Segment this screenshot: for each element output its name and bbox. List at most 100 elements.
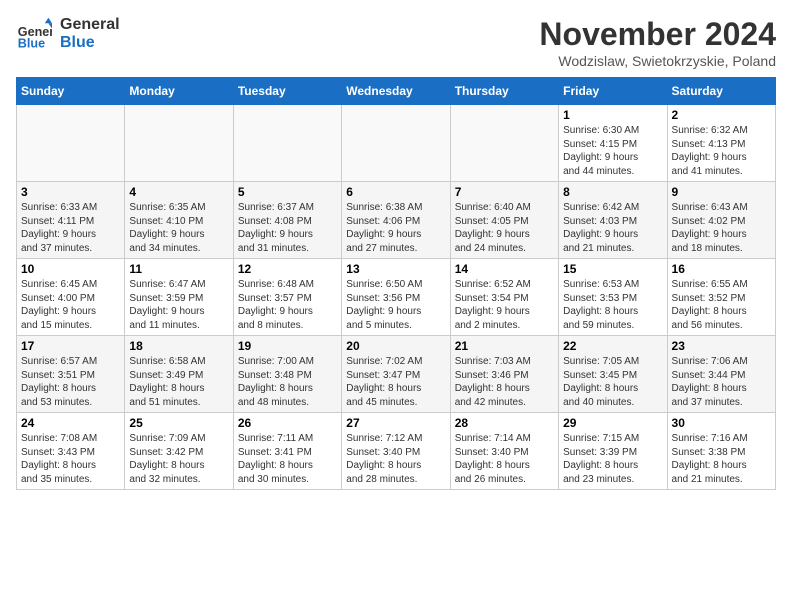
day-info: Sunrise: 6:57 AMSunset: 3:51 PMDaylight:… <box>21 355 120 409</box>
calendar-cell: 26 Sunrise: 7:11 AMSunset: 3:41 PMDayligh… <box>233 413 341 490</box>
calendar-cell: 2 Sunrise: 6:32 AMSunset: 4:13 PMDaylight… <box>667 105 775 182</box>
day-info: Sunrise: 6:48 AMSunset: 3:57 PMDaylight:… <box>238 278 337 332</box>
day-header-monday: Monday <box>125 78 233 105</box>
day-header-tuesday: Tuesday <box>233 78 341 105</box>
calendar-cell: 18 Sunrise: 6:58 AMSunset: 3:49 PMDayligh… <box>125 336 233 413</box>
day-number: 2 <box>672 108 771 122</box>
day-number: 26 <box>238 416 337 430</box>
calendar-cell: 29 Sunrise: 7:15 AMSunset: 3:39 PMDayligh… <box>559 413 667 490</box>
day-info: Sunrise: 7:14 AMSunset: 3:40 PMDaylight:… <box>455 432 554 486</box>
day-number: 3 <box>21 185 120 199</box>
calendar-cell: 24 Sunrise: 7:08 AMSunset: 3:43 PMDayligh… <box>17 413 125 490</box>
calendar-cell <box>125 105 233 182</box>
calendar-cell: 23 Sunrise: 7:06 AMSunset: 3:44 PMDayligh… <box>667 336 775 413</box>
day-number: 18 <box>129 339 228 353</box>
day-number: 11 <box>129 262 228 276</box>
day-info: Sunrise: 7:11 AMSunset: 3:41 PMDaylight:… <box>238 432 337 486</box>
day-number: 19 <box>238 339 337 353</box>
day-number: 8 <box>563 185 662 199</box>
day-info: Sunrise: 6:40 AMSunset: 4:05 PMDaylight:… <box>455 201 554 255</box>
day-number: 22 <box>563 339 662 353</box>
title-section: November 2024 Wodzislaw, Swietokrzyskie,… <box>539 16 776 69</box>
day-info: Sunrise: 6:33 AMSunset: 4:11 PMDaylight:… <box>21 201 120 255</box>
day-info: Sunrise: 7:16 AMSunset: 3:38 PMDaylight:… <box>672 432 771 486</box>
logo: General Blue General Blue <box>16 16 120 52</box>
day-info: Sunrise: 7:08 AMSunset: 3:43 PMDaylight:… <box>21 432 120 486</box>
page-header: General Blue General Blue November 2024 … <box>16 16 776 69</box>
day-info: Sunrise: 6:53 AMSunset: 3:53 PMDaylight:… <box>563 278 662 332</box>
calendar-cell: 6Sunrise: 6:38 AMSunset: 4:06 PMDaylight… <box>342 182 450 259</box>
day-info: Sunrise: 6:52 AMSunset: 3:54 PMDaylight:… <box>455 278 554 332</box>
day-number: 15 <box>563 262 662 276</box>
calendar-cell: 25Sunrise: 7:09 AMSunset: 3:42 PMDayligh… <box>125 413 233 490</box>
day-info: Sunrise: 7:15 AMSunset: 3:39 PMDaylight:… <box>563 432 662 486</box>
calendar-cell: 5 Sunrise: 6:37 AMSunset: 4:08 PMDaylight… <box>233 182 341 259</box>
calendar-cell: 4 Sunrise: 6:35 AMSunset: 4:10 PMDaylight… <box>125 182 233 259</box>
calendar-cell: 9 Sunrise: 6:43 AMSunset: 4:02 PMDaylight… <box>667 182 775 259</box>
day-number: 21 <box>455 339 554 353</box>
calendar-cell <box>233 105 341 182</box>
calendar-week-5: 24 Sunrise: 7:08 AMSunset: 3:43 PMDayligh… <box>17 413 776 490</box>
day-number: 17 <box>21 339 120 353</box>
calendar-cell <box>17 105 125 182</box>
location-title: Wodzislaw, Swietokrzyskie, Poland <box>539 53 776 69</box>
day-info: Sunrise: 6:32 AMSunset: 4:13 PMDaylight:… <box>672 124 771 178</box>
day-info: Sunrise: 6:47 AMSunset: 3:59 PMDaylight:… <box>129 278 228 332</box>
day-info: Sunrise: 7:06 AMSunset: 3:44 PMDaylight:… <box>672 355 771 409</box>
month-title: November 2024 <box>539 16 776 53</box>
calendar-cell <box>342 105 450 182</box>
day-number: 9 <box>672 185 771 199</box>
day-info: Sunrise: 6:37 AMSunset: 4:08 PMDaylight:… <box>238 201 337 255</box>
day-number: 23 <box>672 339 771 353</box>
day-header-saturday: Saturday <box>667 78 775 105</box>
calendar-cell: 13 Sunrise: 6:50 AMSunset: 3:56 PMDayligh… <box>342 259 450 336</box>
day-info: Sunrise: 7:00 AMSunset: 3:48 PMDaylight:… <box>238 355 337 409</box>
day-number: 13 <box>346 262 445 276</box>
day-number: 7 <box>455 185 554 199</box>
day-number: 30 <box>672 416 771 430</box>
calendar-cell: 7 Sunrise: 6:40 AMSunset: 4:05 PMDaylight… <box>450 182 558 259</box>
day-info: Sunrise: 6:35 AMSunset: 4:10 PMDaylight:… <box>129 201 228 255</box>
calendar-cell: 17 Sunrise: 6:57 AMSunset: 3:51 PMDayligh… <box>17 336 125 413</box>
logo-general: General <box>60 16 120 34</box>
day-number: 12 <box>238 262 337 276</box>
calendar-cell: 21Sunrise: 7:03 AMSunset: 3:46 PMDayligh… <box>450 336 558 413</box>
calendar-cell: 11 Sunrise: 6:47 AMSunset: 3:59 PMDayligh… <box>125 259 233 336</box>
day-info: Sunrise: 6:42 AMSunset: 4:03 PMDaylight:… <box>563 201 662 255</box>
day-number: 28 <box>455 416 554 430</box>
calendar-cell: 20Sunrise: 7:02 AMSunset: 3:47 PMDayligh… <box>342 336 450 413</box>
calendar-cell: 30 Sunrise: 7:16 AMSunset: 3:38 PMDayligh… <box>667 413 775 490</box>
day-info: Sunrise: 6:50 AMSunset: 3:56 PMDaylight:… <box>346 278 445 332</box>
calendar-cell <box>450 105 558 182</box>
day-number: 24 <box>21 416 120 430</box>
calendar-cell: 1Sunrise: 6:30 AMSunset: 4:15 PMDaylight… <box>559 105 667 182</box>
day-info: Sunrise: 7:12 AMSunset: 3:40 PMDaylight:… <box>346 432 445 486</box>
day-info: Sunrise: 7:02 AMSunset: 3:47 PMDaylight:… <box>346 355 445 409</box>
calendar-cell: 10 Sunrise: 6:45 AMSunset: 4:00 PMDayligh… <box>17 259 125 336</box>
day-info: Sunrise: 6:30 AMSunset: 4:15 PMDaylight:… <box>563 124 662 178</box>
calendar-week-2: 3 Sunrise: 6:33 AMSunset: 4:11 PMDaylight… <box>17 182 776 259</box>
day-number: 10 <box>21 262 120 276</box>
calendar-cell: 27Sunrise: 7:12 AMSunset: 3:40 PMDayligh… <box>342 413 450 490</box>
day-info: Sunrise: 6:45 AMSunset: 4:00 PMDaylight:… <box>21 278 120 332</box>
day-header-wednesday: Wednesday <box>342 78 450 105</box>
calendar-cell: 8 Sunrise: 6:42 AMSunset: 4:03 PMDaylight… <box>559 182 667 259</box>
day-info: Sunrise: 6:43 AMSunset: 4:02 PMDaylight:… <box>672 201 771 255</box>
calendar-cell: 28 Sunrise: 7:14 AMSunset: 3:40 PMDayligh… <box>450 413 558 490</box>
day-info: Sunrise: 7:05 AMSunset: 3:45 PMDaylight:… <box>563 355 662 409</box>
logo-icon: General Blue <box>16 16 52 52</box>
day-info: Sunrise: 6:55 AMSunset: 3:52 PMDaylight:… <box>672 278 771 332</box>
calendar-cell: 3 Sunrise: 6:33 AMSunset: 4:11 PMDaylight… <box>17 182 125 259</box>
calendar-table: SundayMondayTuesdayWednesdayThursdayFrid… <box>16 77 776 490</box>
day-number: 4 <box>129 185 228 199</box>
day-number: 16 <box>672 262 771 276</box>
day-number: 14 <box>455 262 554 276</box>
svg-text:Blue: Blue <box>18 37 45 51</box>
day-info: Sunrise: 6:58 AMSunset: 3:49 PMDaylight:… <box>129 355 228 409</box>
calendar-week-4: 17 Sunrise: 6:57 AMSunset: 3:51 PMDayligh… <box>17 336 776 413</box>
day-number: 6 <box>346 185 445 199</box>
calendar-cell: 14 Sunrise: 6:52 AMSunset: 3:54 PMDayligh… <box>450 259 558 336</box>
calendar-cell: 15 Sunrise: 6:53 AMSunset: 3:53 PMDayligh… <box>559 259 667 336</box>
day-number: 29 <box>563 416 662 430</box>
day-number: 5 <box>238 185 337 199</box>
